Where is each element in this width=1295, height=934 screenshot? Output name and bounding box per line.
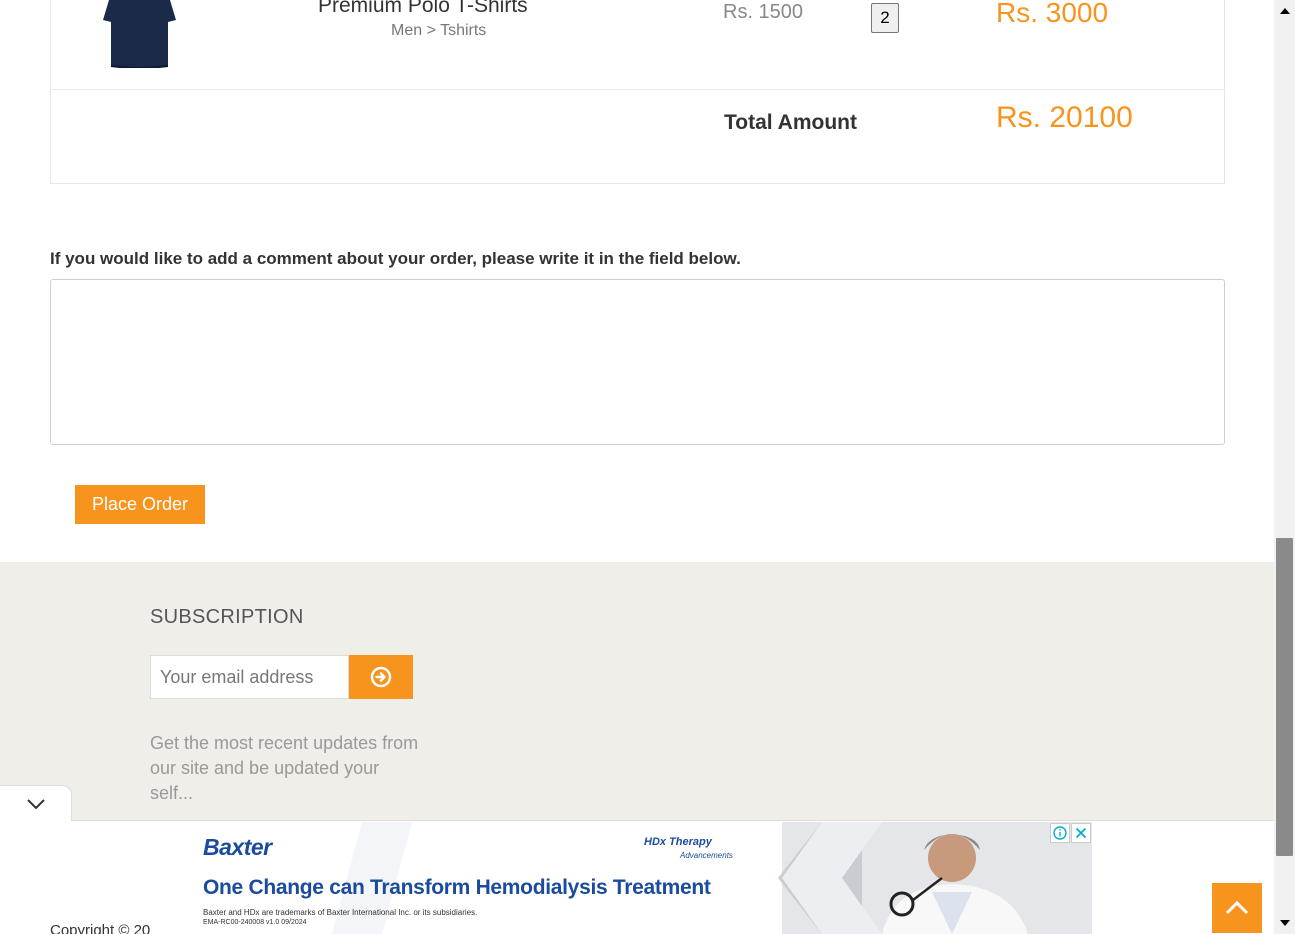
scroll-down-arrow-icon xyxy=(1279,920,1290,926)
ad-headline[interactable]: One Change can Transform Hemodialysis Tr… xyxy=(203,876,711,900)
ad-product-logo: HDx Therapy xyxy=(644,836,712,848)
email-input[interactable] xyxy=(150,655,349,699)
scroll-up-arrow-icon xyxy=(1279,8,1290,14)
scrollbar-down-button[interactable] xyxy=(1274,912,1295,934)
scrollbar-thumb[interactable] xyxy=(1276,538,1293,856)
total-amount-label: Total Amount xyxy=(724,111,857,134)
subscription-description: Get the most recent updates from our sit… xyxy=(150,733,419,803)
unit-price: Rs. 1500 xyxy=(723,1,804,23)
comment-label: If you would like to add a comment about… xyxy=(50,249,741,268)
ad-brand-logo: Baxter xyxy=(203,834,272,860)
product-name[interactable]: Premium Polo T-Shirts xyxy=(318,0,528,18)
ad-banner[interactable]: Baxter HDx Therapy Advancements One Chan… xyxy=(182,822,1092,934)
back-to-top-button[interactable] xyxy=(1212,883,1262,933)
ad-reference-code: EMA-RC00-240008 v1.0 09/2024 xyxy=(203,919,307,926)
total-amount-value: Rs. 20100 xyxy=(996,101,1133,134)
quantity-field[interactable]: 2 xyxy=(871,3,899,33)
ad-info-button[interactable] xyxy=(1050,823,1070,843)
ad-product-logo-sub: Advancements xyxy=(680,851,733,860)
subscription-title: SUBSCRIPTION xyxy=(150,606,304,628)
subscribe-button[interactable] xyxy=(349,655,413,699)
info-icon xyxy=(1053,826,1067,840)
navy-polo-shirt-icon xyxy=(103,0,176,68)
copyright-text: Copyright © 20 xyxy=(50,922,151,934)
line-total: Rs. 3000 xyxy=(996,0,1109,28)
chevron-down-icon xyxy=(26,798,45,809)
ad-close-button[interactable] xyxy=(1071,823,1091,843)
place-order-button[interactable]: Place Order xyxy=(75,485,205,524)
chevron-up-icon xyxy=(1225,901,1249,915)
cart-row-divider xyxy=(50,89,1225,90)
ad-collapse-toggle[interactable] xyxy=(0,785,72,821)
product-category: Men > Tshirts xyxy=(391,22,487,39)
arrow-circle-right-icon xyxy=(370,666,392,688)
scrollbar-up-button[interactable] xyxy=(1274,0,1295,22)
order-comment-field[interactable] xyxy=(50,279,1225,445)
ad-fine-print: Baxter and HDx are trademarks of Baxter … xyxy=(203,908,478,917)
close-icon xyxy=(1075,827,1087,839)
